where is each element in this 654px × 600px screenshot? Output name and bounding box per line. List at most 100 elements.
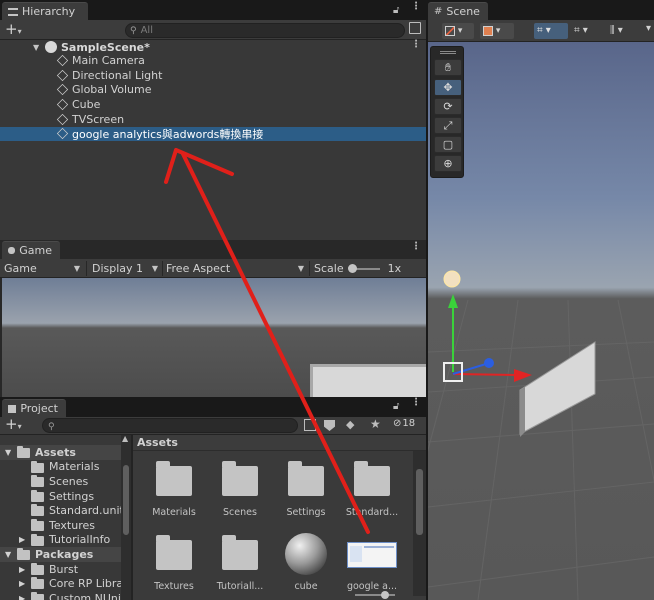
project-tree-item[interactable]: Textures: [0, 518, 121, 533]
tab-scene[interactable]: # Scene: [428, 2, 488, 20]
hierarchy-item[interactable]: Main Camera: [0, 54, 426, 69]
display-dropdown[interactable]: Display 1 ▼: [92, 259, 162, 278]
project-tree-item[interactable]: ▶ Core RP Librar: [0, 576, 128, 591]
scroll-up-icon[interactable]: ▲: [122, 434, 128, 443]
asset-tile[interactable]: Scenes: [207, 461, 273, 523]
grid-scrollbar-thumb[interactable]: [416, 469, 423, 535]
more-options-icon[interactable]: ⋮: [411, 398, 421, 408]
tab-game[interactable]: Game: [2, 241, 60, 259]
scene-visibility-icon[interactable]: [409, 22, 421, 34]
asset-tile[interactable]: Materials: [141, 461, 207, 523]
shading-mode-dropdown[interactable]: ▾: [480, 23, 514, 39]
rotate-tool-button[interactable]: ⟳: [434, 98, 462, 115]
chevron-down-icon: ▾: [17, 27, 22, 36]
project-search-field[interactable]: ⚲: [42, 418, 298, 433]
scene-visibility-dropdown[interactable]: ⫼ ▾: [610, 23, 640, 39]
project-folder-tree: ▼ Assets Materials Scenes Settings Standard.u…: [0, 435, 131, 600]
hierarchy-search-field[interactable]: ⚲ All: [125, 23, 405, 38]
project-tree-label: Textures: [49, 518, 95, 532]
breadcrumb[interactable]: Assets: [137, 436, 178, 449]
increment-snap-button[interactable]: ⌗ ▾: [574, 23, 604, 39]
scene-root-row[interactable]: ▼ SampleScene* ⋮: [0, 40, 426, 54]
zoom-slider-thumb[interactable]: [381, 591, 389, 599]
lock-icon[interactable]: 🔓︎: [393, 5, 399, 16]
add-dropdown-button[interactable]: +▾: [5, 21, 22, 40]
scale-value: 1x: [387, 262, 402, 275]
project-tree-item[interactable]: Settings: [0, 489, 121, 504]
game-options-icon[interactable]: ⋮: [411, 242, 421, 252]
hierarchy-item[interactable]: TVScreen: [0, 112, 426, 127]
folder-icon: [31, 504, 44, 517]
project-tab-label: Project: [20, 402, 58, 415]
tree-scrollbar-thumb[interactable]: [123, 465, 129, 535]
tab-hierarchy[interactable]: Hierarchy: [2, 2, 88, 20]
rotate-icon: ⟳: [443, 100, 453, 113]
favorite-star-icon[interactable]: ★: [370, 417, 381, 431]
asset-tile-label: Materials: [152, 507, 196, 518]
asset-tile[interactable]: Textures: [141, 535, 207, 597]
hierarchy-item-label: Main Camera: [72, 54, 145, 68]
grid-scrollbar[interactable]: [413, 451, 426, 596]
hierarchy-item[interactable]: Cube: [0, 97, 426, 112]
scale-tool-button[interactable]: ⤢: [434, 117, 462, 134]
asset-tile[interactable]: google a...: [339, 535, 405, 597]
lock-icon[interactable]: 🔓︎: [393, 401, 399, 412]
collapse-arrow-icon[interactable]: ▶: [19, 565, 25, 574]
search-by-type-icon[interactable]: [304, 419, 316, 431]
scene-viewport[interactable]: ✋︎ ✥ ⟳ ⤢ ▢ ⊕: [428, 42, 654, 600]
draw-mode-dropdown[interactable]: ▾: [442, 23, 474, 39]
asset-tile[interactable]: cube: [273, 533, 339, 597]
collapse-arrow-icon[interactable]: ▶: [19, 535, 25, 544]
project-tree-item[interactable]: Standard.unity: [0, 503, 130, 518]
tag-icon[interactable]: ◆: [346, 418, 354, 431]
scale-control: Scale 1x: [314, 259, 419, 278]
collapse-arrow-icon[interactable]: ▶: [19, 579, 25, 588]
hidden-packages-toggle[interactable]: ⊘ 18: [393, 418, 415, 429]
gameobject-cube-icon: [56, 69, 69, 81]
drag-handle[interactable]: [440, 51, 456, 54]
asset-grid-panel: Assets Materials Scenes Settings Standard..…: [133, 435, 426, 600]
project-tree-item[interactable]: ▶ TutorialInfo: [0, 533, 121, 548]
rect-tool-button[interactable]: ▢: [434, 136, 462, 153]
project-tree-item[interactable]: ▶ Custom NUnit: [0, 591, 125, 600]
divider: [86, 261, 87, 276]
hierarchy-item[interactable]: Global Volume: [0, 83, 426, 98]
tree-scrollbar[interactable]: ▲: [121, 434, 131, 600]
hierarchy-item[interactable]: google analytics與adwords轉換串接: [0, 126, 426, 141]
zoom-slider[interactable]: [355, 591, 395, 599]
project-tree-item[interactable]: ▼ Packages: [0, 547, 121, 562]
eye-slash-icon: ⊘: [393, 418, 402, 429]
expand-arrow-icon[interactable]: ▼: [5, 550, 11, 559]
aspect-dropdown[interactable]: Free Aspect ▼: [166, 259, 308, 278]
scale-slider[interactable]: [347, 263, 380, 273]
folder-icon: [354, 461, 390, 496]
asset-tile[interactable]: Settings: [273, 461, 339, 523]
project-tree-label: Core RP Librar: [49, 577, 128, 591]
asset-tile-label: Tutoriall...: [216, 581, 264, 592]
project-tree-item[interactable]: Materials: [0, 460, 121, 475]
project-tree-item[interactable]: ▼ Assets: [0, 445, 121, 460]
game-view-dropdown[interactable]: Game ▼: [4, 259, 86, 278]
project-tree-item[interactable]: Scenes: [0, 474, 121, 489]
add-dropdown-button[interactable]: +▾: [5, 416, 22, 435]
move-tool-button[interactable]: ✥: [434, 79, 462, 96]
collapse-arrow-icon[interactable]: ▶: [19, 594, 25, 600]
project-tree-label: Packages: [35, 547, 94, 561]
asset-tile-label: Textures: [154, 581, 194, 592]
transform-tool-button[interactable]: ⊕: [434, 155, 462, 172]
search-icon: ⚲: [130, 25, 137, 36]
asset-tile[interactable]: Standard...: [339, 461, 405, 523]
project-tree-item[interactable]: ▶ Burst: [0, 562, 121, 577]
scale-slider-thumb[interactable]: [347, 263, 357, 273]
asset-tile[interactable]: Tutoriall...: [207, 535, 273, 597]
hand-tool-button[interactable]: ✋︎: [434, 59, 462, 76]
hierarchy-item[interactable]: Directional Light: [0, 68, 426, 83]
folder-icon: [156, 535, 192, 570]
grid-snap-toggle[interactable]: ⌗ ▾: [534, 23, 568, 39]
asset-tile-label: Settings: [286, 507, 326, 518]
expand-arrow-icon[interactable]: ▼: [5, 448, 11, 457]
game-viewport[interactable]: [2, 278, 426, 397]
more-tools-icon[interactable]: ▾: [646, 23, 651, 34]
more-options-icon[interactable]: ⋮: [411, 2, 421, 12]
scene-options-icon[interactable]: ⋮: [411, 40, 421, 50]
